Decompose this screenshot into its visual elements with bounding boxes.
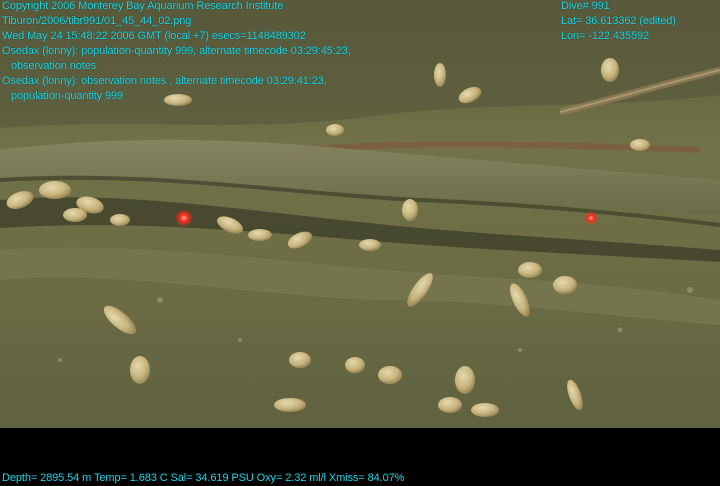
- longitude-text: Lon= -122.435592: [561, 30, 650, 42]
- video-frame: Copyright 2006 Monterey Bay Aquarium Res…: [0, 0, 720, 486]
- annotation-1-line-1: Osedax (lonny): population-quantity 999,…: [2, 45, 351, 57]
- latitude-text: Lat= 36.613362 (edited): [561, 15, 676, 27]
- file-path-text: Tiburon/2006/tibr991/01_45_44_02.png: [2, 15, 192, 27]
- annotation-2-line-1: Osedax (lonny): observation notes , alte…: [2, 75, 327, 87]
- copyright-text: Copyright 2006 Monterey Bay Aquarium Res…: [2, 0, 284, 12]
- annotation-2-line-2: population-quantity 999: [11, 90, 124, 102]
- overlay-header-right: Dive# 991 Lat= 36.613362 (edited) Lon= -…: [561, 0, 676, 44]
- overlay-header-left: Copyright 2006 Monterey Bay Aquarium Res…: [2, 0, 351, 104]
- telemetry-text: Depth= 2895.54 m Temp= 1.683 C Sal= 34.6…: [2, 472, 405, 484]
- datetime-text: Wed May 24 15:48:22 2006 GMT (local +7) …: [2, 30, 306, 42]
- dive-number-text: Dive# 991: [561, 0, 610, 12]
- annotation-1-line-2: observation notes: [11, 60, 97, 72]
